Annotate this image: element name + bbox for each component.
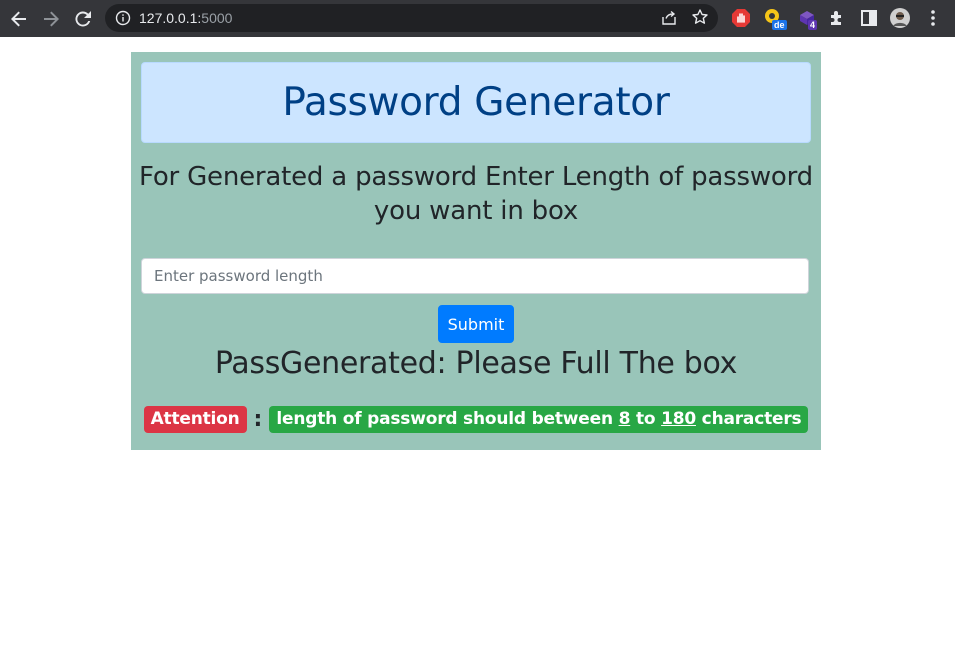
rule-suffix: characters — [695, 408, 802, 429]
url-text: 127.0.0.1:5000 — [139, 10, 232, 26]
url-port: 5000 — [201, 10, 233, 26]
page-title: Password Generator — [282, 80, 670, 125]
attention-badge: Attention — [143, 405, 247, 433]
back-icon[interactable] — [8, 8, 30, 30]
extension-badge-de: de — [772, 20, 787, 30]
rule-prefix: length of password should between — [276, 408, 619, 429]
site-info-icon[interactable] — [115, 10, 131, 26]
result-text: PassGenerated: Please Full The box — [214, 346, 738, 381]
title-banner: Password Generator — [141, 62, 811, 143]
length-rule-badge: length of password should between 8 to 1… — [269, 405, 809, 433]
translate-extension-icon[interactable]: de — [763, 7, 787, 30]
browser-menu-icon[interactable] — [922, 7, 944, 29]
rule-middle: to — [630, 408, 662, 429]
browser-toolbar: 127.0.0.1:5000 de 4 — [0, 0, 955, 37]
address-bar[interactable]: 127.0.0.1:5000 — [105, 4, 718, 32]
password-length-input[interactable] — [141, 258, 809, 294]
extension-badge-count: 4 — [808, 20, 818, 30]
instructions-text: For Generated a password Enter Length of… — [139, 162, 813, 226]
rule-min: 8 — [618, 408, 631, 429]
extensions-puzzle-icon[interactable] — [827, 7, 849, 29]
submit-button[interactable]: Submit — [438, 305, 514, 343]
rule-max: 180 — [661, 408, 696, 429]
reload-icon[interactable] — [72, 8, 94, 30]
adblock-extension-icon[interactable] — [730, 7, 752, 29]
length-note: Attention : length of password should be… — [131, 405, 821, 433]
generator-card: Password Generator For Generated a passw… — [131, 52, 821, 450]
profile-avatar[interactable] — [889, 7, 911, 29]
url-host: 127.0.0.1: — [139, 10, 202, 26]
side-panel-icon[interactable] — [858, 7, 880, 29]
bookmark-star-icon[interactable] — [691, 8, 709, 26]
forward-icon[interactable] — [40, 8, 62, 30]
share-icon[interactable] — [660, 9, 678, 27]
cube-extension-icon[interactable]: 4 — [796, 7, 818, 30]
separator-colon: : — [253, 406, 263, 432]
